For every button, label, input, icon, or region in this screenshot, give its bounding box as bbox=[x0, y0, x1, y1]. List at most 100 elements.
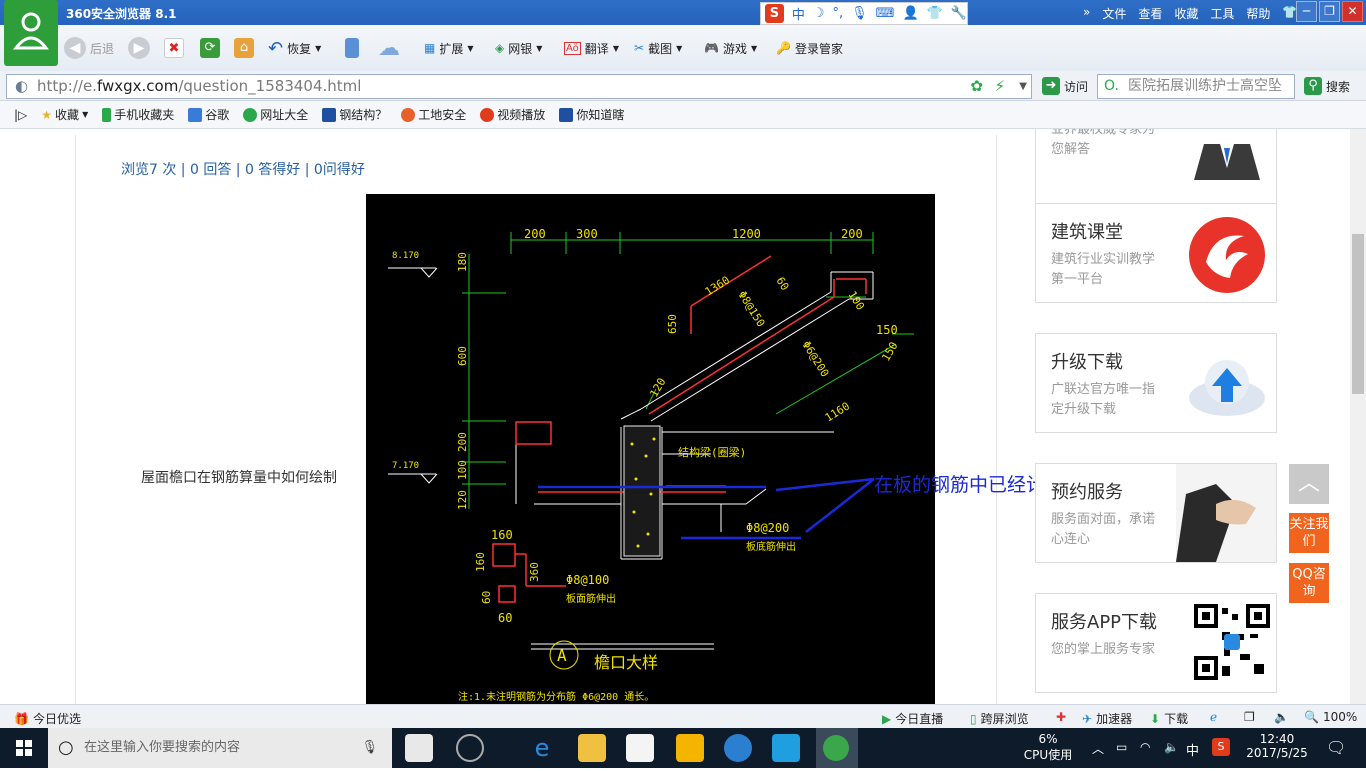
minimize-button[interactable]: ─ bbox=[1296, 1, 1317, 22]
menu-help[interactable]: 帮助 bbox=[1246, 5, 1270, 22]
visit-button[interactable]: ➜ 访问 bbox=[1042, 77, 1088, 95]
scissors-icon: ✂ bbox=[634, 41, 645, 55]
mic-icon[interactable]: 🎙 bbox=[851, 6, 868, 21]
login-manager-button[interactable]: 🔑 登录管家 bbox=[776, 35, 843, 61]
translate-button[interactable]: Aö 翻译 ▼ bbox=[564, 35, 619, 61]
menu-tools[interactable]: 工具 bbox=[1210, 5, 1234, 22]
download-button[interactable]: ⬇ 下载 bbox=[1150, 710, 1188, 727]
screenshot-button[interactable]: ✂ 截图 ▼ bbox=[634, 35, 682, 61]
clock[interactable]: 12:40 2017/5/25 bbox=[1242, 732, 1312, 760]
fav-steel[interactable]: 钢结构？ bbox=[322, 106, 387, 123]
stop-button[interactable]: ✖ bbox=[164, 35, 184, 61]
edge-icon[interactable]: e bbox=[528, 734, 556, 762]
battery-icon[interactable]: ▭ bbox=[1116, 740, 1127, 754]
menu-view[interactable]: 查看 bbox=[1138, 5, 1162, 22]
notification-icon[interactable]: 🗨 bbox=[1326, 738, 1346, 757]
search-input[interactable]: O. 医院拓展训练护士高空坠 bbox=[1097, 74, 1295, 99]
360-browser-taskbar-icon[interactable] bbox=[816, 728, 858, 768]
lightning-icon[interactable]: ⚡ bbox=[994, 75, 1005, 98]
refresh-icon: ⟳ bbox=[200, 38, 220, 58]
360-speed-icon[interactable] bbox=[724, 734, 752, 762]
fav-know[interactable]: 你知道瞎 bbox=[559, 106, 624, 123]
today-live-button[interactable]: ▶ 今日直播 bbox=[882, 710, 943, 727]
search-placeholder: 医院拓展训练护士高空坠 bbox=[1128, 78, 1282, 94]
games-label: 游戏 bbox=[722, 41, 747, 56]
ime-toolbar[interactable]: S 中 ☽ °, 🎙 ⌨ 👤 👕 🔧 bbox=[760, 2, 968, 25]
follow-us-button[interactable]: 关注我们 bbox=[1289, 513, 1329, 553]
maximize-button[interactable]: ❐ bbox=[1319, 1, 1340, 22]
taskbar-search-input[interactable]: ○ 在这里输入你要搜索的内容 🎙 bbox=[48, 728, 392, 768]
store-icon[interactable] bbox=[626, 734, 654, 762]
window-icon[interactable]: ❐ bbox=[1244, 710, 1255, 724]
mic-icon[interactable]: 🎙 bbox=[361, 728, 378, 768]
menu-favorites[interactable]: 收藏 bbox=[1174, 5, 1198, 22]
chevron-up-icon[interactable]: ︿ bbox=[1092, 740, 1104, 757]
cpu-monitor[interactable]: 6% CPU使用 bbox=[1020, 732, 1076, 763]
ie-icon[interactable]: ℯ bbox=[1210, 710, 1217, 724]
restore-button[interactable]: ↶ 恢复 ▼ bbox=[268, 35, 321, 61]
fav-google[interactable]: 谷歌 bbox=[188, 106, 229, 123]
service-card[interactable]: 预约服务 服务面对面，承诺心连心 bbox=[1035, 463, 1277, 563]
search-engine-icon[interactable]: O. bbox=[1104, 75, 1119, 98]
phone-button[interactable] bbox=[345, 35, 359, 61]
keyboard-icon[interactable]: ⌨ bbox=[876, 6, 895, 21]
file-explorer-icon[interactable] bbox=[578, 734, 606, 762]
back-to-top-button[interactable]: ︿ bbox=[1289, 464, 1329, 504]
shirt-icon[interactable]: 👕 bbox=[927, 6, 943, 21]
sogou-icon[interactable]: S bbox=[765, 4, 784, 23]
fav-mobile[interactable]: 手机收藏夹 bbox=[102, 106, 174, 123]
volume-icon[interactable]: 🔈 bbox=[1274, 710, 1289, 724]
menu-expand-icon[interactable]: » bbox=[1083, 5, 1090, 22]
url-domain: fwxgx.com bbox=[96, 77, 179, 95]
today-pick-button[interactable]: 🎁 今日优选 bbox=[14, 710, 81, 727]
fav-directory[interactable]: 网址大全 bbox=[243, 106, 308, 123]
menu-file[interactable]: 文件 bbox=[1102, 5, 1126, 22]
cross-screen-button[interactable]: ▯ 跨屏浏览 bbox=[970, 710, 1029, 727]
ime-indicator[interactable]: 中 bbox=[1186, 740, 1199, 759]
wrench-icon[interactable]: 🔧 bbox=[951, 6, 967, 21]
sogou-icon[interactable]: S bbox=[1212, 738, 1230, 756]
games-button[interactable]: 🎮 游戏 ▼ bbox=[704, 35, 757, 61]
wifi-icon[interactable]: ◠ bbox=[1140, 740, 1150, 754]
refresh-button[interactable]: ⟳ bbox=[200, 35, 220, 61]
back-button[interactable]: ◀ 后退 bbox=[64, 35, 114, 61]
qq-consult-button[interactable]: QQ咨询 bbox=[1289, 563, 1329, 603]
url-input[interactable]: http://e.fwxgx.com/question_1583404.html… bbox=[6, 74, 1032, 99]
page-icon: ◐ bbox=[15, 77, 29, 95]
search-button[interactable]: ⚲ 搜索 bbox=[1304, 77, 1350, 95]
today-pick-label: 今日优选 bbox=[32, 712, 81, 726]
start-button[interactable] bbox=[0, 728, 48, 768]
ime-mode-label[interactable]: 中 bbox=[792, 4, 805, 23]
fav-site-safety[interactable]: 工地安全 bbox=[401, 106, 466, 123]
forward-button[interactable]: ▶ bbox=[128, 35, 150, 61]
cloud-button[interactable]: ☁ bbox=[378, 35, 400, 61]
task-view-icon[interactable] bbox=[405, 734, 433, 762]
netbank-button[interactable]: ◈ 网银 ▼ bbox=[495, 35, 542, 61]
user-icon[interactable]: 👤 bbox=[902, 6, 918, 21]
calendar-app-icon[interactable] bbox=[676, 734, 704, 762]
scrollbar-thumb[interactable] bbox=[1352, 234, 1364, 394]
qr-code-icon[interactable] bbox=[1194, 604, 1270, 680]
restore-label: 恢复 bbox=[287, 41, 312, 56]
home-button[interactable]: ⌂ bbox=[234, 35, 254, 61]
user-avatar-icon[interactable] bbox=[4, 0, 58, 66]
vertical-scrollbar[interactable] bbox=[1350, 129, 1366, 704]
favorites-menu[interactable]: ★ 收藏 ▼ bbox=[41, 106, 88, 123]
app-card[interactable]: 服务APP下载 您的掌上服务专家 bbox=[1035, 593, 1277, 693]
sidebar-toggle-icon[interactable]: |▷ bbox=[14, 108, 27, 122]
download-card[interactable]: 升级下载 广联达官方唯一指定升级下载 bbox=[1035, 333, 1277, 433]
question-stats[interactable]: 浏览7 次 | 0 回答 | 0 答得好 | 0问得好 bbox=[121, 159, 365, 179]
security-icon[interactable]: ✚ bbox=[1056, 710, 1066, 724]
speaker-icon[interactable]: 🔈 bbox=[1164, 740, 1179, 754]
accelerator-button[interactable]: ✈ 加速器 bbox=[1082, 710, 1132, 727]
chevron-down-icon[interactable]: ▼ bbox=[1019, 75, 1027, 98]
course-card[interactable]: 建筑课堂 建筑行业实训教学第一平台 bbox=[1035, 203, 1277, 303]
zoom-control[interactable]: 🔍 100% bbox=[1304, 710, 1357, 724]
punct-icon[interactable]: °, bbox=[833, 6, 844, 21]
fav-video[interactable]: 视频播放 bbox=[480, 106, 545, 123]
plus-app-icon[interactable] bbox=[772, 734, 800, 762]
close-button[interactable]: ✕ bbox=[1342, 1, 1363, 22]
moon-icon[interactable]: ☽ bbox=[813, 6, 825, 21]
app-swirl-icon[interactable] bbox=[456, 734, 484, 762]
extensions-button[interactable]: ▦ 扩展 ▼ bbox=[424, 35, 474, 61]
